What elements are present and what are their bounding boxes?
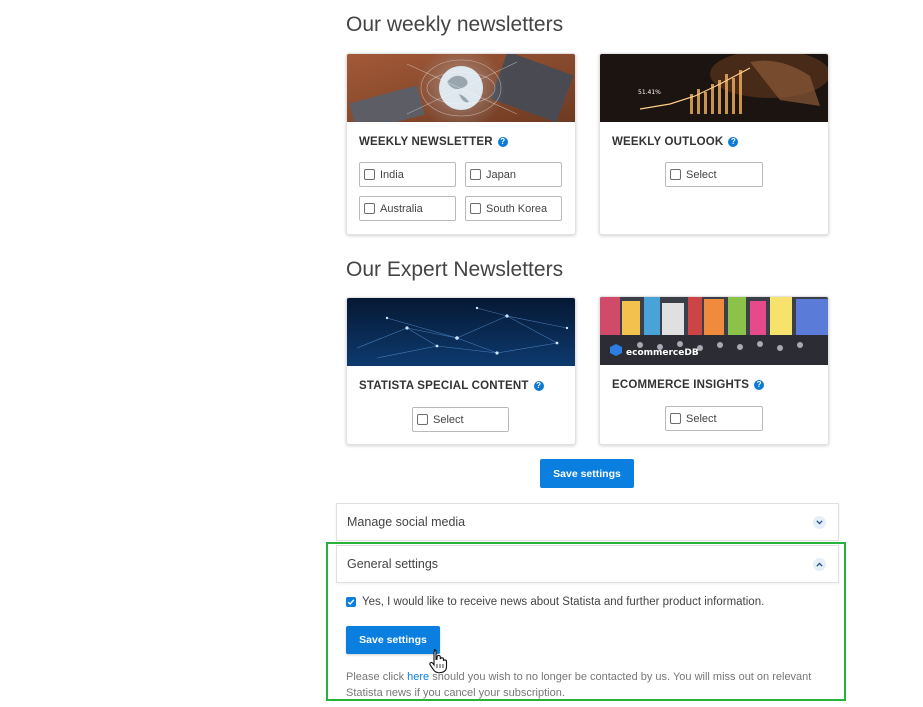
checkbox-south-korea[interactable]: South Korea [465, 196, 562, 221]
weekly-newsletter-title: WEEKLY NEWSLETTER? [359, 136, 508, 148]
ecommerce-insights-title-text: ECOMMERCE INSIGHTS [612, 379, 750, 391]
checkbox-special-content-select[interactable]: Select [412, 407, 509, 432]
ecommerce-insights-title: ECOMMERCE INSIGHTS? [612, 379, 765, 391]
checkbox-icon [470, 169, 481, 180]
checkbox-icon [417, 414, 428, 425]
checkbox-australia[interactable]: Australia [359, 196, 456, 221]
chart-hands-image: 51.41% [600, 54, 828, 122]
accordion-general-settings[interactable]: General settings [336, 545, 839, 583]
weekly-newsletters-heading: Our weekly newsletters [346, 13, 564, 36]
ecommercedb-logo: ecommerceDB [626, 348, 699, 358]
chevron-down-icon[interactable] [813, 515, 826, 529]
weekly-outlook-title-text: WEEKLY OUTLOOK [612, 136, 724, 148]
city-street-image: ecommerceDB [600, 297, 828, 365]
globe-laptop-image [347, 54, 575, 122]
checkbox-australia-label: Australia [380, 202, 423, 215]
special-content-title-text: STATISTA SPECIAL CONTENT [359, 380, 529, 392]
checkbox-south-korea-label: South Korea [486, 202, 548, 215]
checkbox-weekly-outlook-select[interactable]: Select [665, 162, 763, 187]
chart-percent-label: 51.41% [638, 89, 661, 96]
consent-row: Yes, I would like to receive news about … [346, 596, 764, 608]
checkbox-india-label: India [380, 168, 404, 181]
weekly-newsletter-card: WEEKLY NEWSLETTER? India Japan Australia… [346, 53, 576, 235]
checkbox-icon [364, 169, 375, 180]
network-image [347, 298, 575, 366]
general-save-settings-button[interactable]: Save settings [346, 626, 440, 654]
expert-newsletters-heading: Our Expert Newsletters [346, 258, 564, 281]
help-icon[interactable]: ? [533, 381, 544, 391]
accordion-manage-social-media[interactable]: Manage social media [336, 503, 839, 541]
weekly-outlook-card: 51.41% WEEKLY OUTLOOK? Select [599, 53, 829, 235]
unsubscribe-info: Please click here should you wish to no … [346, 669, 836, 701]
save-settings-button[interactable]: Save settings [540, 459, 634, 488]
checkbox-select-label: Select [433, 413, 464, 426]
checkbox-japan[interactable]: Japan [465, 162, 562, 187]
checkbox-icon [364, 203, 375, 214]
checkbox-icon [670, 413, 681, 424]
checkbox-ecommerce-select[interactable]: Select [665, 406, 763, 431]
special-content-card: STATISTA SPECIAL CONTENT? Select [346, 297, 576, 445]
special-content-title: STATISTA SPECIAL CONTENT? [359, 380, 544, 392]
help-icon[interactable]: ? [754, 380, 765, 390]
checkbox-icon [470, 203, 481, 214]
ecommerce-insights-card: ecommerceDB ECOMMERCE INSIGHTS? Select [599, 296, 829, 445]
chevron-up-icon[interactable] [813, 557, 826, 571]
checkbox-japan-label: Japan [486, 168, 516, 181]
weekly-newsletter-title-text: WEEKLY NEWSLETTER [359, 136, 493, 148]
help-icon[interactable]: ? [497, 137, 508, 147]
accordion-label: Manage social media [347, 515, 466, 529]
weekly-outlook-title: WEEKLY OUTLOOK? [612, 136, 739, 148]
consent-label[interactable]: Yes, I would like to receive news about … [362, 596, 764, 608]
accordion-label: General settings [347, 557, 439, 571]
help-icon[interactable]: ? [728, 137, 739, 147]
checkbox-select-label: Select [686, 168, 717, 181]
checkbox-checked-icon[interactable] [346, 597, 356, 607]
unsubscribe-here-link[interactable]: here [407, 671, 429, 683]
info-text-before: Please click [346, 671, 408, 683]
checkbox-icon [670, 169, 681, 180]
checkbox-select-label: Select [686, 412, 717, 425]
checkbox-india[interactable]: India [359, 162, 456, 187]
